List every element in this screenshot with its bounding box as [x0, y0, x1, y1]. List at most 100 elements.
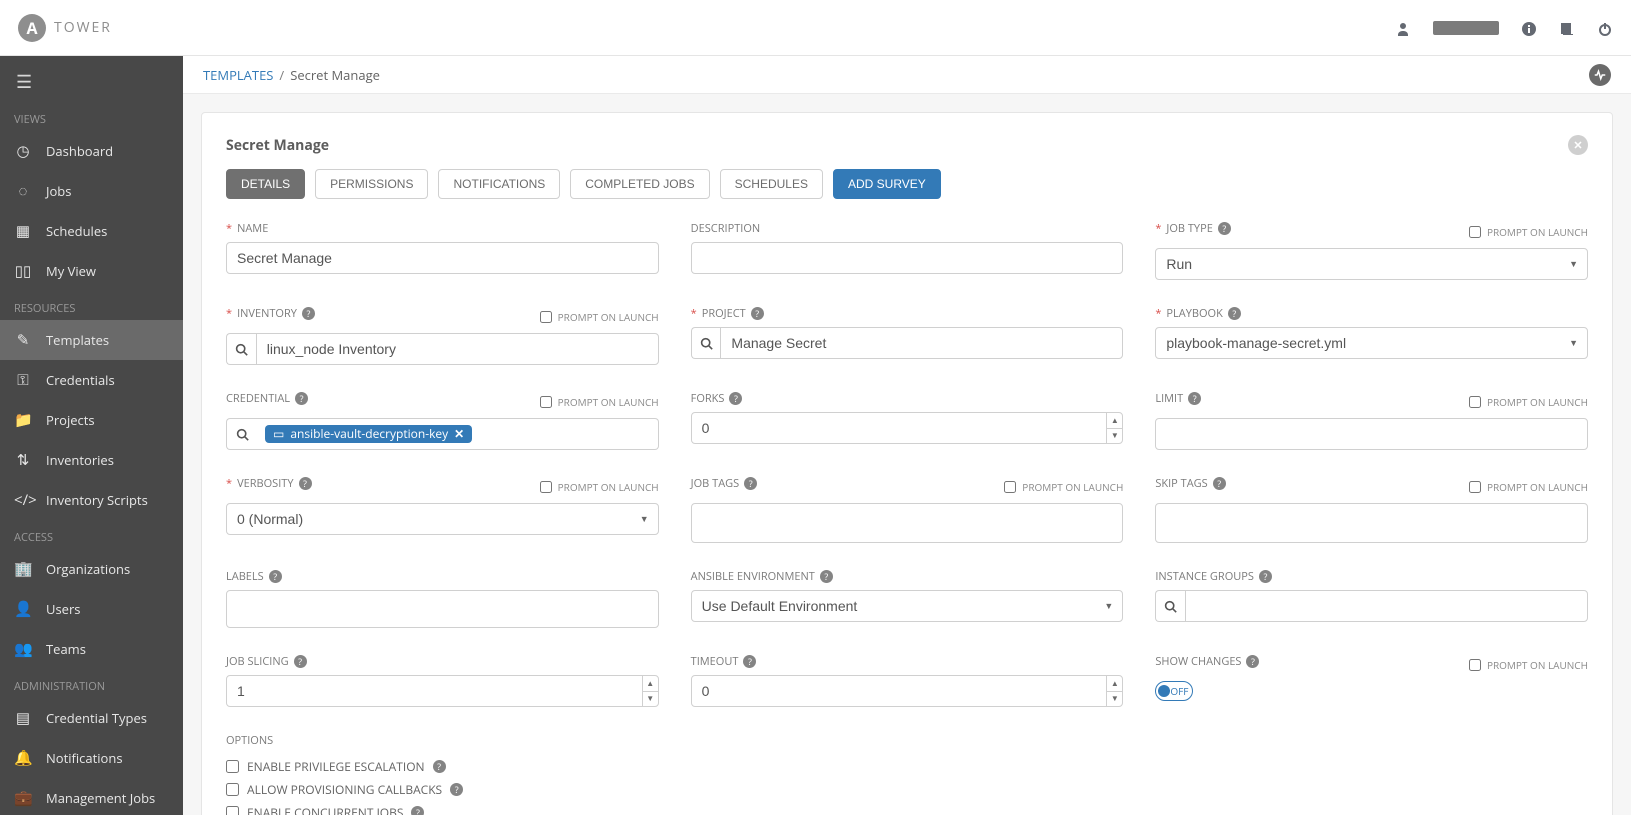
sidebar-item-credential-types[interactable]: ▤ Credential Types: [0, 698, 183, 738]
help-icon[interactable]: ?: [294, 655, 307, 668]
sidebar-item-inventories[interactable]: ⇅ Inventories: [0, 440, 183, 480]
timeout-input[interactable]: [691, 675, 1124, 707]
sidebar-item-schedules[interactable]: ▦ Schedules: [0, 211, 183, 251]
sidebar-item-dashboard[interactable]: ◷ Dashboard: [0, 131, 183, 171]
help-icon[interactable]: ?: [1259, 570, 1272, 583]
user-icon[interactable]: [1395, 16, 1411, 39]
spin-up-icon[interactable]: ▲: [1106, 676, 1122, 692]
prompt-limit-checkbox[interactable]: [1469, 396, 1481, 408]
help-icon[interactable]: ?: [1213, 477, 1226, 490]
help-icon[interactable]: ?: [302, 307, 315, 320]
description-input[interactable]: [691, 242, 1124, 274]
inventory-search-button[interactable]: [226, 333, 256, 365]
help-icon[interactable]: ?: [1246, 655, 1259, 668]
add-survey-button[interactable]: ADD SURVEY: [833, 169, 941, 199]
project-input[interactable]: [720, 327, 1123, 359]
spin-down-icon[interactable]: ▼: [642, 692, 658, 707]
field-job-type: *JOB TYPE? PROMPT ON LAUNCH: [1155, 221, 1588, 280]
panel-title-row: Secret Manage ✕: [226, 135, 1588, 155]
help-icon[interactable]: ?: [269, 570, 282, 583]
help-icon[interactable]: ?: [729, 392, 742, 405]
instance-groups-input[interactable]: [1185, 590, 1588, 622]
skip-tags-input[interactable]: [1155, 503, 1588, 543]
job-slicing-input[interactable]: [226, 675, 659, 707]
sidebar-item-jobs[interactable]: ◌ Jobs: [0, 171, 183, 211]
prompt-job-tags-checkbox[interactable]: [1004, 481, 1016, 493]
info-icon[interactable]: [1521, 16, 1537, 39]
prompt-label: PROMPT ON LAUNCH: [1487, 225, 1588, 239]
remove-credential-icon[interactable]: ✕: [454, 428, 464, 440]
help-icon[interactable]: ?: [743, 655, 756, 668]
help-icon[interactable]: ?: [820, 570, 833, 583]
help-icon[interactable]: ?: [299, 477, 312, 490]
field-project: *PROJECT?: [691, 306, 1124, 365]
verbosity-select[interactable]: [226, 503, 659, 535]
prompt-inventory-checkbox[interactable]: [540, 311, 552, 323]
prompt-show-changes-checkbox[interactable]: [1469, 659, 1481, 671]
prompt-job-type-checkbox[interactable]: [1469, 226, 1481, 238]
spin-up-icon[interactable]: ▲: [642, 676, 658, 692]
forks-input[interactable]: [691, 412, 1124, 444]
tab-details[interactable]: DETAILS: [226, 169, 305, 199]
field-limit: LIMIT? PROMPT ON LAUNCH: [1155, 391, 1588, 450]
tab-completed-jobs[interactable]: COMPLETED JOBS: [570, 169, 709, 199]
tabs: DETAILS PERMISSIONS NOTIFICATIONS COMPLE…: [226, 169, 1588, 199]
sidebar-item-projects[interactable]: 📁 Projects: [0, 400, 183, 440]
help-icon[interactable]: ?: [1188, 392, 1201, 405]
job-tags-input[interactable]: [691, 503, 1124, 543]
sidebar-item-templates[interactable]: ✎ Templates: [0, 320, 183, 360]
prompt-verbosity-checkbox[interactable]: [540, 481, 552, 493]
limit-input[interactable]: [1155, 418, 1588, 450]
hamburger-icon[interactable]: ☰: [0, 56, 183, 102]
instance-groups-search-button[interactable]: [1155, 590, 1185, 622]
ansible-env-select[interactable]: [691, 590, 1124, 622]
power-icon[interactable]: [1597, 16, 1613, 39]
close-icon[interactable]: ✕: [1568, 135, 1588, 155]
spin-down-icon[interactable]: ▼: [1106, 429, 1122, 444]
sidebar-label: Jobs: [46, 182, 71, 200]
name-input[interactable]: [226, 242, 659, 274]
labels-input[interactable]: [226, 590, 659, 628]
sidebar-item-credentials[interactable]: ⚿ Credentials: [0, 360, 183, 400]
job-type-select[interactable]: [1155, 248, 1588, 280]
sidebar-item-inventory-scripts[interactable]: </> Inventory Scripts: [0, 480, 183, 520]
playbook-select[interactable]: [1155, 327, 1588, 359]
credential-search-button[interactable]: [226, 418, 258, 450]
opt-concurrent-checkbox[interactable]: [226, 806, 239, 815]
tab-permissions[interactable]: PERMISSIONS: [315, 169, 428, 199]
breadcrumb-root[interactable]: TEMPLATES: [203, 66, 273, 84]
help-icon[interactable]: ?: [295, 392, 308, 405]
prompt-credential-checkbox[interactable]: [540, 396, 552, 408]
help-icon[interactable]: ?: [744, 477, 757, 490]
prompt-skip-tags-checkbox[interactable]: [1469, 481, 1481, 493]
help-icon[interactable]: ?: [1228, 307, 1241, 320]
help-icon[interactable]: ?: [450, 783, 463, 796]
help-icon[interactable]: ?: [411, 806, 424, 815]
help-icon[interactable]: ?: [433, 760, 446, 773]
tab-schedules[interactable]: SCHEDULES: [720, 169, 823, 199]
opt-escalation-checkbox[interactable]: [226, 760, 239, 773]
spin-down-icon[interactable]: ▼: [1106, 692, 1122, 707]
sidebar-item-teams[interactable]: 👥 Teams: [0, 629, 183, 669]
credential-chip-container[interactable]: ▭ ansible-vault-decryption-key ✕: [258, 418, 659, 450]
help-icon[interactable]: ?: [751, 307, 764, 320]
help-icon[interactable]: ?: [1218, 222, 1231, 235]
opt-callbacks-checkbox[interactable]: [226, 783, 239, 796]
sidebar-item-management-jobs[interactable]: 💼 Management Jobs: [0, 778, 183, 815]
user-name-redacted[interactable]: [1433, 21, 1499, 35]
sidebar-item-users[interactable]: 👤 Users: [0, 589, 183, 629]
project-search-button[interactable]: [691, 327, 721, 359]
activity-stream-icon[interactable]: [1589, 64, 1611, 86]
show-changes-toggle[interactable]: OFF: [1155, 681, 1193, 701]
field-forks: FORKS? ▲▼: [691, 391, 1124, 450]
tab-notifications[interactable]: NOTIFICATIONS: [438, 169, 560, 199]
label-job-slicing: JOB SLICING: [226, 654, 289, 669]
sidebar-item-notifications[interactable]: 🔔 Notifications: [0, 738, 183, 778]
spin-up-icon[interactable]: ▲: [1106, 413, 1122, 429]
credential-chip[interactable]: ▭ ansible-vault-decryption-key ✕: [265, 425, 472, 443]
docs-icon[interactable]: [1559, 16, 1575, 39]
sidebar-item-organizations[interactable]: 🏢 Organizations: [0, 549, 183, 589]
sidebar-section-views: VIEWS: [0, 102, 183, 131]
inventory-input[interactable]: [256, 333, 659, 365]
sidebar-item-myview[interactable]: ▯▯ My View: [0, 251, 183, 291]
